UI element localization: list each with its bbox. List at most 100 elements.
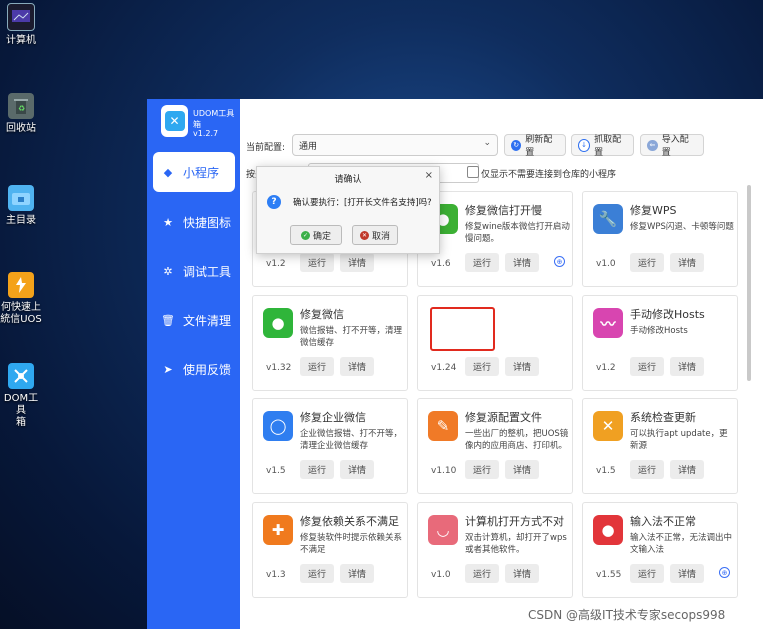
run-button[interactable]: 运行 bbox=[300, 564, 334, 583]
import-config-label: 导入配置 bbox=[661, 135, 689, 158]
program-version: v1.55 bbox=[596, 570, 622, 580]
desktop-icon-udom[interactable]: DOM工具 箱 bbox=[0, 363, 42, 429]
edit-icon: ✎ bbox=[428, 411, 458, 441]
ok-button[interactable]: ✓ 确定 bbox=[290, 225, 342, 245]
program-version: v1.0 bbox=[596, 259, 616, 269]
globe-icon[interactable]: ⊕ bbox=[554, 256, 565, 267]
config-select[interactable]: 通用 ⌄ bbox=[292, 134, 498, 156]
fetch-config-button[interactable]: ↓ 抓取配置 bbox=[571, 134, 634, 158]
hosts-icon: 〰 bbox=[593, 308, 623, 338]
program-title: 修复微信 bbox=[300, 308, 344, 321]
desktop-icon-label: 何快速上 bbox=[1, 302, 41, 313]
watermark: CSDN @高级IT技术专家secops998 bbox=[528, 608, 726, 622]
program-description: 企业微信报错、打不开等，清理企业微信缓存 bbox=[300, 429, 403, 451]
only-local-label: 仅显示不需要连接到仓库的小程序 bbox=[481, 170, 617, 180]
detail-button[interactable]: 详情 bbox=[505, 253, 539, 272]
nav-item-miniprograms[interactable]: ◆ 小程序 bbox=[153, 152, 235, 192]
cancel-button[interactable]: ✕ 取消 bbox=[352, 225, 398, 245]
download-icon: ↓ bbox=[578, 138, 591, 152]
nav-item-shortcuts[interactable]: ★ 快捷图标 bbox=[153, 202, 235, 242]
run-button[interactable]: 运行 bbox=[630, 564, 664, 583]
program-version: v1.2 bbox=[266, 259, 286, 269]
computer-icon bbox=[7, 3, 35, 31]
desktop-icon-label: 主目录 bbox=[6, 215, 36, 226]
run-button[interactable]: 运行 bbox=[465, 357, 499, 376]
program-version: v1.6 bbox=[431, 259, 451, 269]
globe-icon[interactable]: ⊕ bbox=[719, 567, 730, 578]
program-title: 手动修改Hosts bbox=[630, 308, 705, 321]
import-icon: ⇐ bbox=[647, 139, 658, 151]
detail-button[interactable]: 详情 bbox=[670, 253, 704, 272]
program-version: v1.3 bbox=[266, 570, 286, 580]
svg-text:♻: ♻ bbox=[18, 104, 25, 113]
program-description: 双击计算机，却打开了wps或者其他软件。 bbox=[465, 533, 567, 555]
scrollbar[interactable] bbox=[747, 185, 751, 381]
folder-icon bbox=[8, 185, 34, 211]
brand: ✕ UDOM工具箱 v1.2.7 bbox=[159, 105, 239, 145]
program-title: 修复WPS bbox=[630, 204, 677, 217]
desktop-icon-label: 統信UOS bbox=[0, 314, 42, 325]
program-version: v1.32 bbox=[266, 363, 292, 373]
run-button[interactable]: 运行 bbox=[630, 253, 664, 272]
confirm-dialog: 请确认 × ? 确认要执行：[打开长文件名支持]吗? ✓ 确定 ✕ 取消 bbox=[256, 166, 440, 254]
desktop-icon-uos-guide[interactable]: 何快速上 統信UOS bbox=[0, 272, 42, 326]
repair-icon: ✚ bbox=[263, 515, 293, 545]
sidebar: ✕ UDOM工具箱 v1.2.7 ◆ 小程序 ★ 快捷图标 ✲ 调试工具 🗑 文… bbox=[147, 99, 240, 629]
nav-item-feedback[interactable]: ➤ 使用反馈 bbox=[153, 349, 235, 389]
program-description: 输入法不正常，无法调出中文输入法 bbox=[630, 533, 733, 555]
detail-button[interactable]: 详情 bbox=[505, 564, 539, 583]
program-description: 一些出厂的整机，把UOS镜像内的应用商店、打印机。 bbox=[465, 429, 569, 451]
chevron-down-icon: ⌄ bbox=[483, 138, 491, 148]
highlight-box bbox=[430, 307, 495, 351]
bowl-icon: ◡ bbox=[428, 515, 458, 545]
run-button[interactable]: 运行 bbox=[630, 357, 664, 376]
run-button[interactable]: 运行 bbox=[465, 253, 499, 272]
bug-icon: ✲ bbox=[163, 264, 173, 278]
detail-button[interactable]: 详情 bbox=[670, 460, 704, 479]
run-button[interactable]: 运行 bbox=[300, 253, 334, 272]
program-title: 输入法不正常 bbox=[630, 515, 696, 528]
program-version: v1.5 bbox=[596, 466, 616, 476]
program-description: 微信报错、打不开等，清理微信缓存 bbox=[300, 326, 403, 348]
desktop-icon-trash[interactable]: ♻ 回收站 bbox=[0, 93, 42, 135]
detail-button[interactable]: 详情 bbox=[340, 460, 374, 479]
close-icon[interactable]: × bbox=[425, 170, 433, 181]
wecom-icon: ◯ bbox=[263, 411, 293, 441]
desktop-icon-label: DOM工具 bbox=[3, 393, 39, 416]
program-version: v1.0 bbox=[431, 570, 451, 580]
run-button[interactable]: 运行 bbox=[300, 460, 334, 479]
detail-button[interactable]: 详情 bbox=[340, 357, 374, 376]
detail-button[interactable]: 详情 bbox=[670, 357, 704, 376]
refresh-config-button[interactable]: ↻ 刷新配置 bbox=[504, 134, 566, 158]
detail-button[interactable]: 详情 bbox=[670, 564, 704, 583]
udom-app-icon bbox=[8, 363, 34, 389]
run-button[interactable]: 运行 bbox=[630, 460, 664, 479]
nav-item-label: 小程序 bbox=[183, 165, 220, 180]
nav-item-file-cleanup[interactable]: 🗑 文件清理 bbox=[153, 300, 235, 340]
trash-icon: ♻ bbox=[8, 93, 34, 119]
nav-item-debug-tools[interactable]: ✲ 调试工具 bbox=[153, 251, 235, 291]
program-description: 修复wine版本微信打开启动慢问题。 bbox=[465, 222, 570, 244]
desktop-icon-computer[interactable]: 计算机 bbox=[0, 3, 42, 47]
program-version: v1.2 bbox=[596, 363, 616, 373]
config-label: 当前配置: bbox=[246, 143, 286, 153]
detail-button[interactable]: 详情 bbox=[505, 357, 539, 376]
run-button[interactable]: 运行 bbox=[465, 460, 499, 479]
run-button[interactable]: 运行 bbox=[300, 357, 334, 376]
import-config-button[interactable]: ⇐ 导入配置 bbox=[640, 134, 704, 158]
detail-button[interactable]: 详情 bbox=[340, 564, 374, 583]
wechat-icon: ● bbox=[263, 308, 293, 338]
program-card: ◯ 修复企业微信 企业微信报错、打不开等，清理企业微信缓存 v1.5 运行 详情 bbox=[252, 398, 408, 494]
detail-button[interactable]: 详情 bbox=[505, 460, 539, 479]
refresh-icon: ↻ bbox=[511, 139, 522, 151]
program-card: ● 修复微信微信报错、打不开等，清理微信缓存 v1.32 运行 详情 bbox=[252, 295, 408, 391]
ok-label: 确定 bbox=[312, 231, 331, 242]
run-button[interactable]: 运行 bbox=[465, 564, 499, 583]
detail-button[interactable]: 详情 bbox=[340, 253, 374, 272]
program-title: 修复源配置文件 bbox=[465, 411, 542, 424]
program-description: 可以执行apt update，更新源 bbox=[630, 429, 728, 451]
only-local-checkbox[interactable] bbox=[467, 166, 479, 178]
fetch-config-label: 抓取配置 bbox=[594, 135, 622, 158]
desktop-icon-home[interactable]: 主目录 bbox=[0, 185, 42, 227]
program-title: 修复微信打开慢 bbox=[465, 204, 542, 217]
